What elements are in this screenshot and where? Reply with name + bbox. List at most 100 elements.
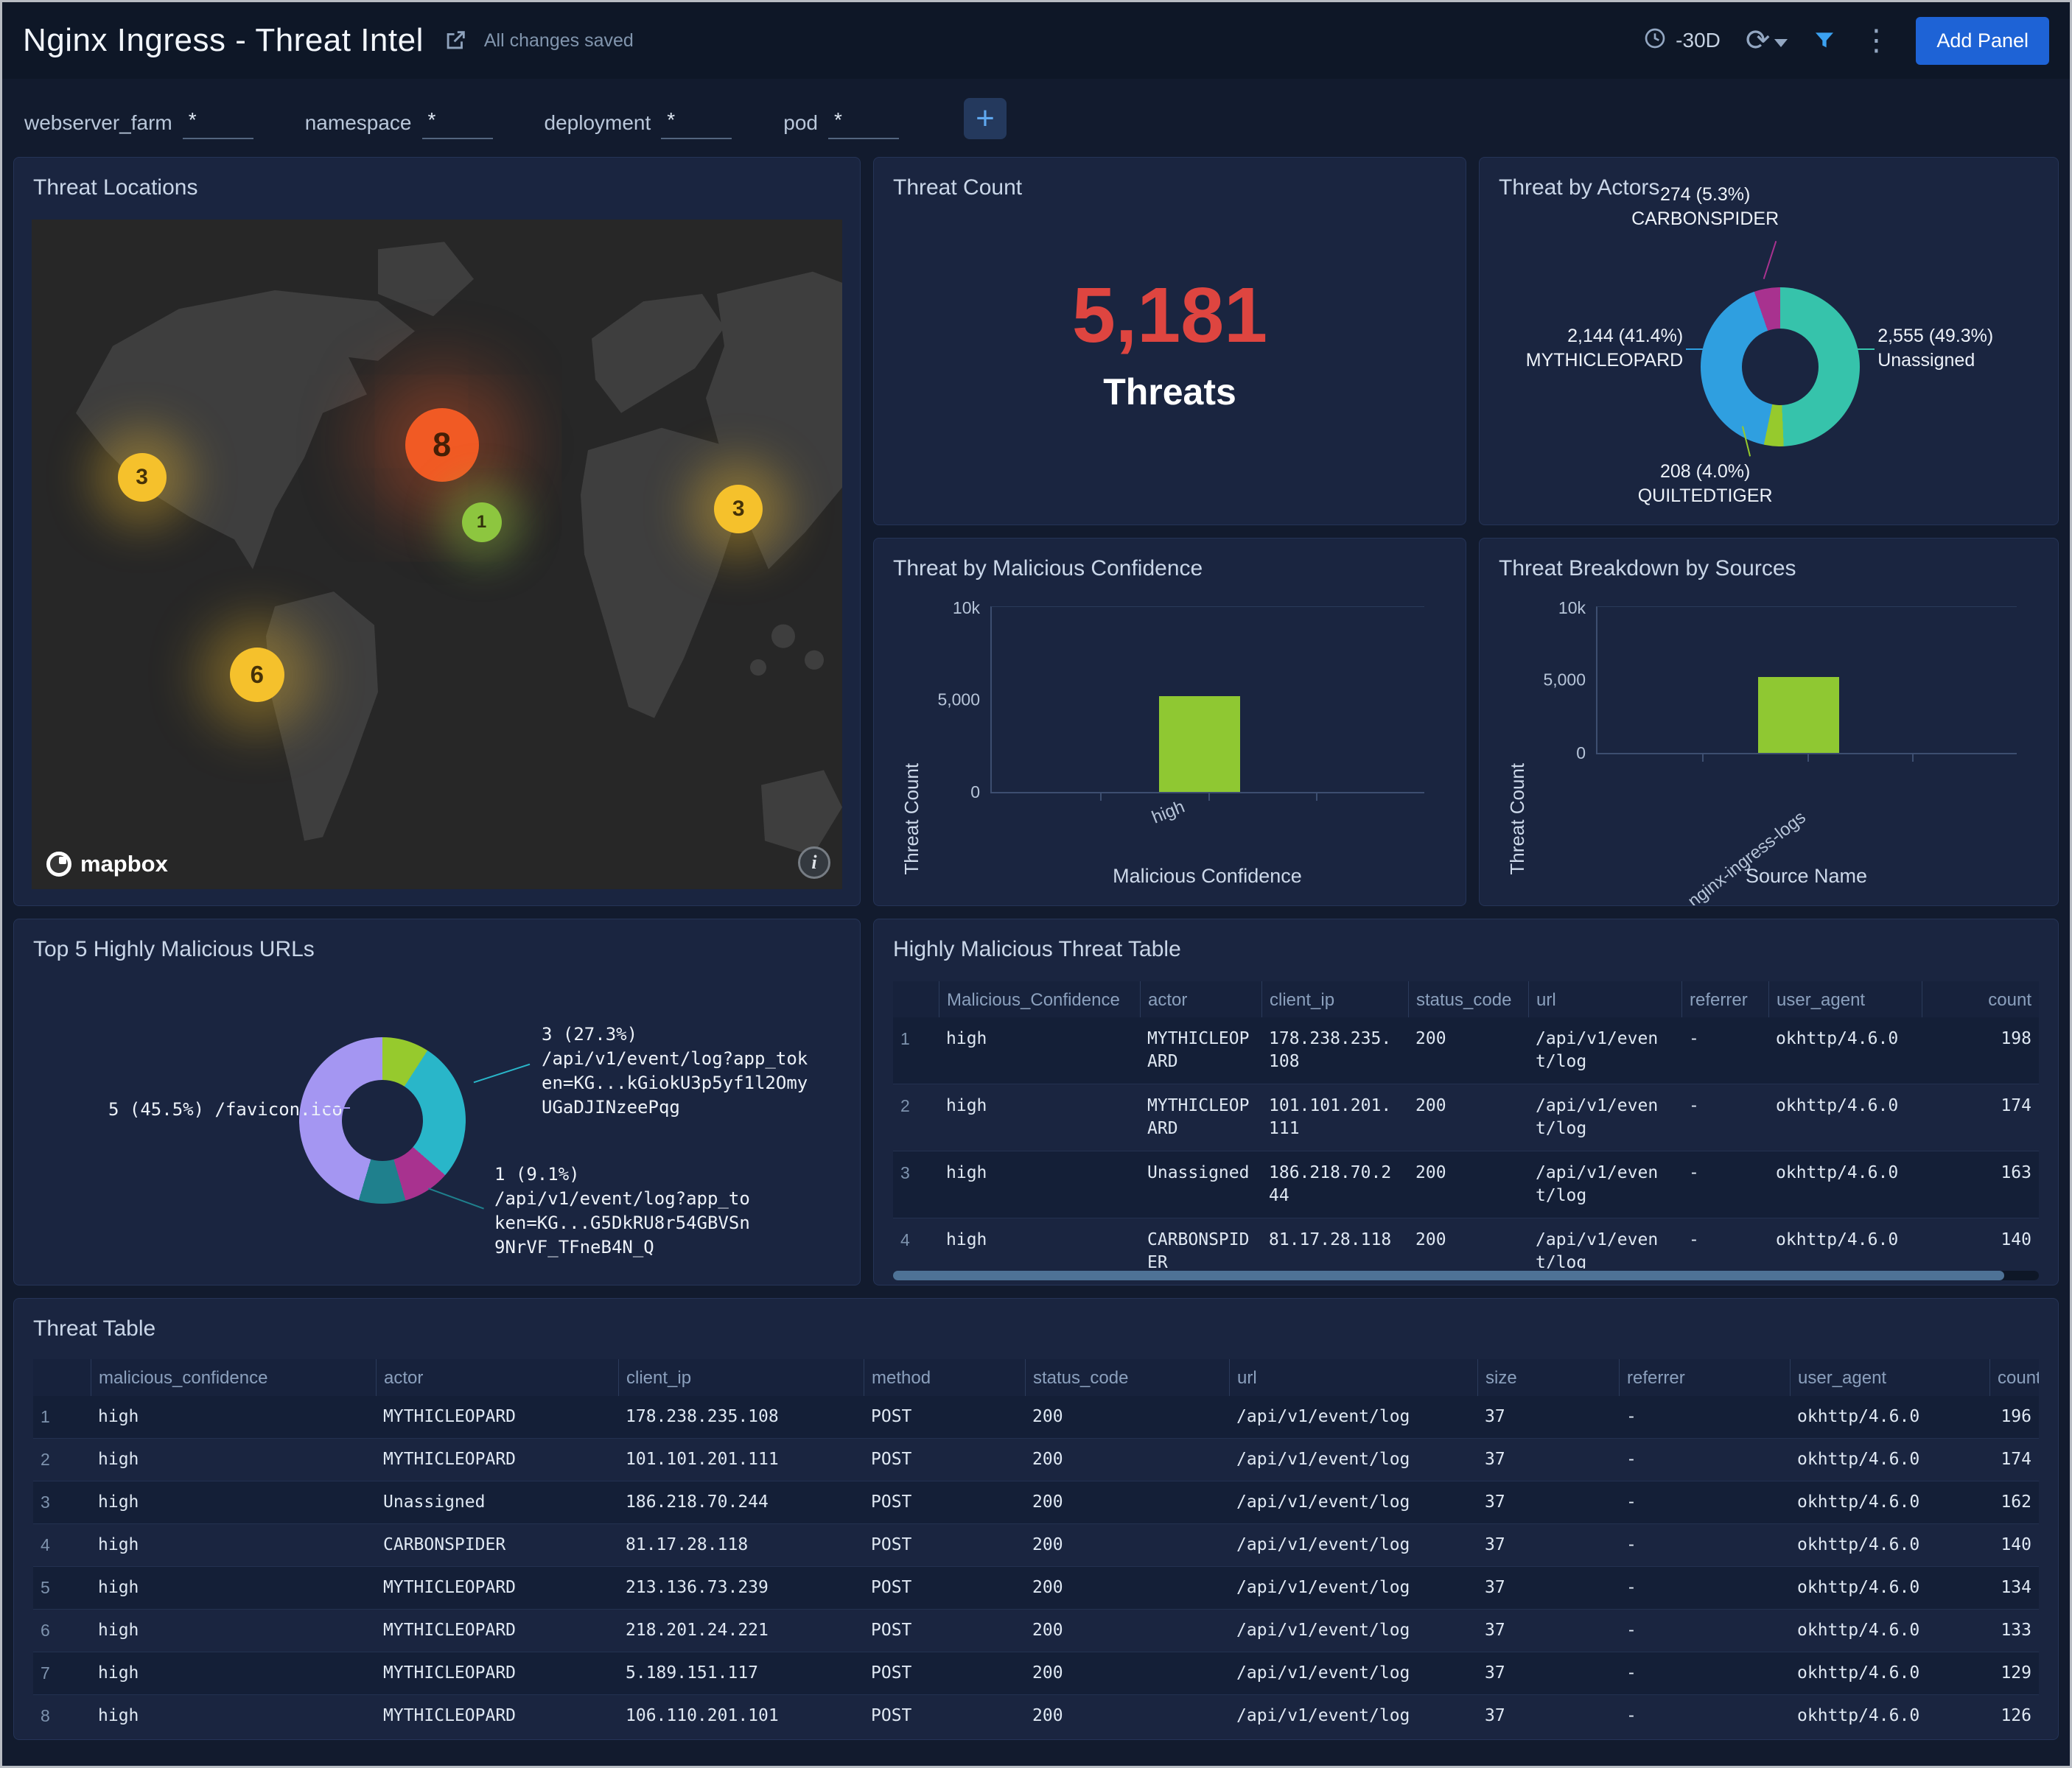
refresh-control[interactable]: ⟳ [1746, 26, 1788, 55]
table-row[interactable]: 4highCARBONSPIDER81.17.28.118POST200/api… [33, 1523, 2039, 1566]
panel-title: Top 5 Highly Malicious URLs [33, 937, 841, 962]
x-axis-label: Malicious Confidence [990, 865, 1424, 888]
dashboard-header: Nginx Ingress - Threat Intel All changes… [2, 2, 2070, 79]
table-body: 1highMYTHICLEOPARD178.238.235.108POST200… [33, 1396, 2039, 1733]
bar-chart-plot: 10k 5,000 0 [1596, 606, 2017, 754]
column-header[interactable]: user_agent [1790, 1359, 1989, 1397]
panel-title: Threat by Malicious Confidence [893, 556, 1446, 581]
donut-label-favicon: 5 (45.5%) /favicon.ico [108, 1098, 343, 1122]
table-header: Malicious_Confidence actor client_ip sta… [893, 981, 2039, 1020]
actors-donut-chart[interactable] [1701, 287, 1860, 446]
bar-high[interactable] [1159, 696, 1240, 792]
add-panel-button[interactable]: Add Panel [1916, 17, 2049, 65]
map-threat-bubble[interactable]: 8 [405, 408, 479, 482]
clock-icon [1643, 27, 1667, 55]
filter-label: deployment [545, 111, 651, 139]
column-header[interactable]: actor [376, 1359, 618, 1397]
column-header[interactable]: status_code [1408, 981, 1528, 1020]
table-row[interactable]: 5highMYTHICLEOPARD213.136.73.239POST200/… [33, 1566, 2039, 1609]
column-header[interactable]: status_code [1025, 1359, 1229, 1397]
panel-title: Threat Locations [33, 175, 841, 200]
filter-bar: webserver_farm * namespace * deployment … [2, 79, 2070, 152]
filter-webserver-farm: webserver_farm * [24, 108, 253, 139]
filter-value-input[interactable]: * [661, 108, 732, 139]
leader-line [1854, 348, 1875, 350]
world-map-svg [32, 220, 842, 889]
add-filter-button[interactable]: + [964, 98, 1007, 139]
time-range-control[interactable]: -30D [1643, 27, 1721, 55]
x-tick-mark [1702, 754, 1704, 762]
map-threat-bubble[interactable]: 1 [462, 502, 502, 542]
time-range-label: -30D [1676, 29, 1721, 52]
leader-line [474, 1064, 531, 1084]
column-header[interactable]: client_ip [618, 1359, 864, 1397]
y-tick: 10k [953, 598, 980, 618]
table-row[interactable]: 4highCARBONSPIDER81.17.28.118200/api/v1/… [893, 1218, 2039, 1269]
filter-namespace: namespace * [305, 108, 493, 139]
y-tick: 0 [1576, 743, 1586, 763]
column-header[interactable]: url [1528, 981, 1681, 1020]
panel-threat-by-actors: Threat by Actors 274 (5.3%) CARBONSPIDER… [1479, 157, 2059, 525]
filter-value-input[interactable]: * [422, 108, 493, 139]
panel-threat-by-malicious-confidence: Threat by Malicious Confidence Threat Co… [873, 538, 1466, 906]
x-tick-mark [1912, 754, 1914, 762]
mapbox-attribution[interactable]: mapbox [46, 851, 168, 877]
x-axis-label: Source Name [1596, 865, 2017, 888]
table-row[interactable]: 2highMYTHICLEOPARD101.101.201.111POST200… [33, 1438, 2039, 1481]
autosave-status: All changes saved [484, 30, 634, 52]
panel-title: Threat Count [893, 175, 1446, 200]
column-header[interactable]: count [1989, 1359, 2039, 1397]
column-header[interactable]: url [1229, 1359, 1477, 1397]
threat-count-value: 5,181 [893, 271, 1446, 360]
panel-threat-breakdown-by-sources: Threat Breakdown by Sources Threat Count… [1479, 538, 2059, 906]
map-threat-bubble[interactable]: 3 [714, 485, 763, 533]
table-row[interactable]: 2highMYTHICLEOPARD101.101.201.111200/api… [893, 1084, 2039, 1151]
map-threat-bubble[interactable]: 3 [118, 453, 167, 502]
table-row[interactable]: 1highMYTHICLEOPARD178.238.235.108200/api… [893, 1017, 2039, 1084]
mapbox-logo-icon [46, 852, 71, 877]
leader-line [1763, 241, 1777, 279]
filter-value-input[interactable]: * [183, 108, 253, 139]
table-row[interactable]: 6highMYTHICLEOPARD218.201.24.221POST200/… [33, 1609, 2039, 1652]
column-header[interactable]: client_ip [1261, 981, 1408, 1020]
threat-count-unit: Threats [893, 371, 1446, 413]
scrollbar-thumb[interactable] [893, 1271, 2004, 1280]
map-threat-bubble[interactable]: 6 [230, 648, 284, 702]
table-row[interactable]: 3highUnassigned186.218.70.244POST200/api… [33, 1481, 2039, 1523]
y-axis-label: Threat Count [1506, 763, 1529, 875]
column-header[interactable]: count [1922, 981, 2039, 1020]
leader-line [428, 1188, 484, 1209]
column-header[interactable]: referrer [1619, 1359, 1790, 1397]
column-header[interactable]: method [864, 1359, 1025, 1397]
filter-icon[interactable] [1813, 29, 1836, 52]
bar-nginx-ingress-logs[interactable] [1758, 677, 1839, 753]
bar-chart-plot: 10k 5,000 0 [990, 606, 1424, 793]
panel-highly-malicious-threat-table: Highly Malicious Threat Table Malicious_… [873, 919, 2059, 1285]
table-row[interactable]: 7highMYTHICLEOPARD5.189.151.117POST200/a… [33, 1652, 2039, 1694]
map-info-icon[interactable]: i [798, 846, 830, 879]
column-header[interactable]: user_agent [1768, 981, 1922, 1020]
panel-threat-count: Threat Count 5,181 Threats [873, 157, 1466, 525]
x-tick-label: nginx-ingress-logs [1684, 807, 1810, 906]
world-map[interactable]: mapbox i 38136 [32, 220, 842, 889]
column-header[interactable]: actor [1140, 981, 1261, 1020]
filter-deployment: deployment * [545, 108, 732, 139]
column-header[interactable]: malicious_confidence [91, 1359, 376, 1397]
y-axis-label: Threat Count [900, 763, 923, 875]
table-row[interactable]: 3highUnassigned186.218.70.244200/api/v1/… [893, 1151, 2039, 1218]
dashboard-title: Nginx Ingress - Threat Intel [23, 22, 424, 59]
column-header[interactable]: Malicious_Confidence [939, 981, 1140, 1020]
column-header[interactable]: size [1477, 1359, 1619, 1397]
table-body: 1highMYTHICLEOPARD178.238.235.108200/api… [893, 1017, 2039, 1269]
leader-line [323, 1107, 350, 1109]
filter-pod: pod * [783, 108, 899, 139]
share-icon[interactable] [443, 28, 468, 53]
leader-line [1686, 348, 1707, 350]
table-row[interactable]: 8highMYTHICLEOPARD106.110.201.101POST200… [33, 1694, 2039, 1733]
horizontal-scrollbar[interactable] [893, 1271, 2039, 1280]
table-row[interactable]: 1highMYTHICLEOPARD178.238.235.108POST200… [33, 1396, 2039, 1438]
filter-value-input[interactable]: * [828, 108, 899, 139]
column-header[interactable]: referrer [1681, 981, 1768, 1020]
kebab-menu-icon[interactable]: ⋮ [1861, 26, 1891, 55]
y-tick: 10k [1558, 598, 1586, 618]
